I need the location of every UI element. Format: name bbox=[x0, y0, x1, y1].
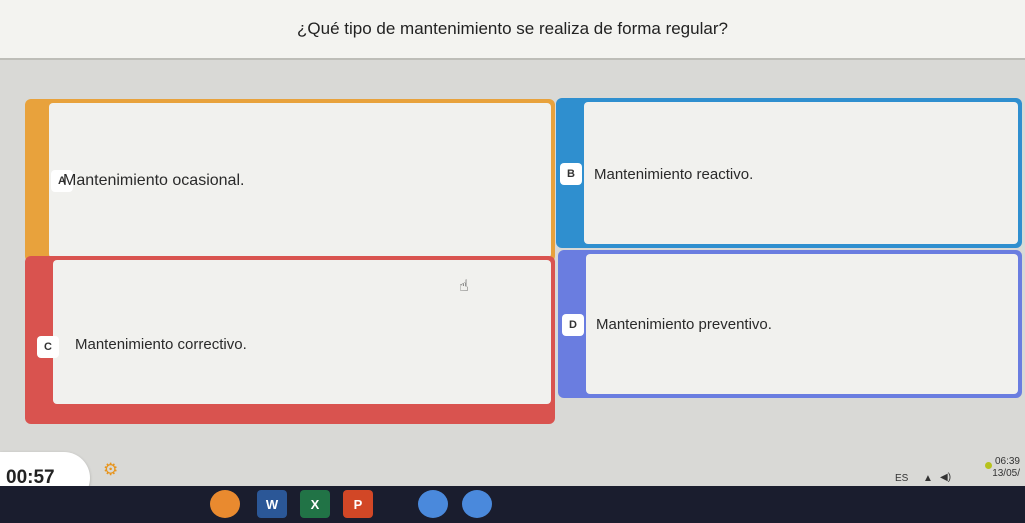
option-letter-c: C bbox=[37, 336, 59, 358]
answer-option-d[interactable]: D Mantenimiento preventivo. bbox=[558, 250, 1022, 398]
answer-option-a[interactable]: A Mantenimiento ocasional. bbox=[25, 99, 555, 262]
hand-cursor-icon: ☝ bbox=[459, 278, 469, 295]
option-text-a: Mantenimiento ocasional. bbox=[63, 172, 245, 189]
taskbar bbox=[0, 486, 1025, 523]
language-indicator[interactable]: ES bbox=[895, 473, 908, 484]
app-icon[interactable] bbox=[210, 490, 240, 518]
answer-card-c[interactable] bbox=[53, 260, 551, 404]
option-text-c: Mantenimiento correctivo. bbox=[75, 336, 247, 353]
option-letter-b: B bbox=[560, 163, 582, 185]
answer-option-c[interactable]: C Mantenimiento correctivo. bbox=[25, 256, 555, 424]
chrome-icon[interactable] bbox=[418, 490, 448, 518]
word-icon[interactable]: W bbox=[257, 490, 287, 518]
question-text: ¿Qué tipo de mantenimiento se realiza de… bbox=[0, 0, 1025, 60]
powerpoint-icon[interactable]: P bbox=[343, 490, 373, 518]
clock[interactable]: 06:39 13/05/ bbox=[992, 456, 1020, 480]
sliders-icon[interactable]: ⚙ bbox=[103, 460, 125, 480]
excel-icon[interactable]: X bbox=[300, 490, 330, 518]
wifi-icon[interactable]: ▲ bbox=[923, 473, 933, 484]
answer-option-b[interactable]: B Mantenimiento reactivo. bbox=[556, 98, 1022, 248]
chrome-icon[interactable] bbox=[462, 490, 492, 518]
clock-date: 13/05/ bbox=[992, 468, 1020, 479]
volume-icon[interactable]: ◀) bbox=[940, 472, 951, 483]
system-tray: ES ▲ ◀) 06:39 13/05/ bbox=[885, 452, 1025, 486]
option-text-d: Mantenimiento preventivo. bbox=[596, 316, 772, 333]
option-letter-d: D bbox=[562, 314, 584, 336]
option-text-b: Mantenimiento reactivo. bbox=[594, 166, 754, 183]
clock-time: 06:39 bbox=[994, 456, 1020, 467]
status-dot-icon bbox=[985, 462, 992, 469]
